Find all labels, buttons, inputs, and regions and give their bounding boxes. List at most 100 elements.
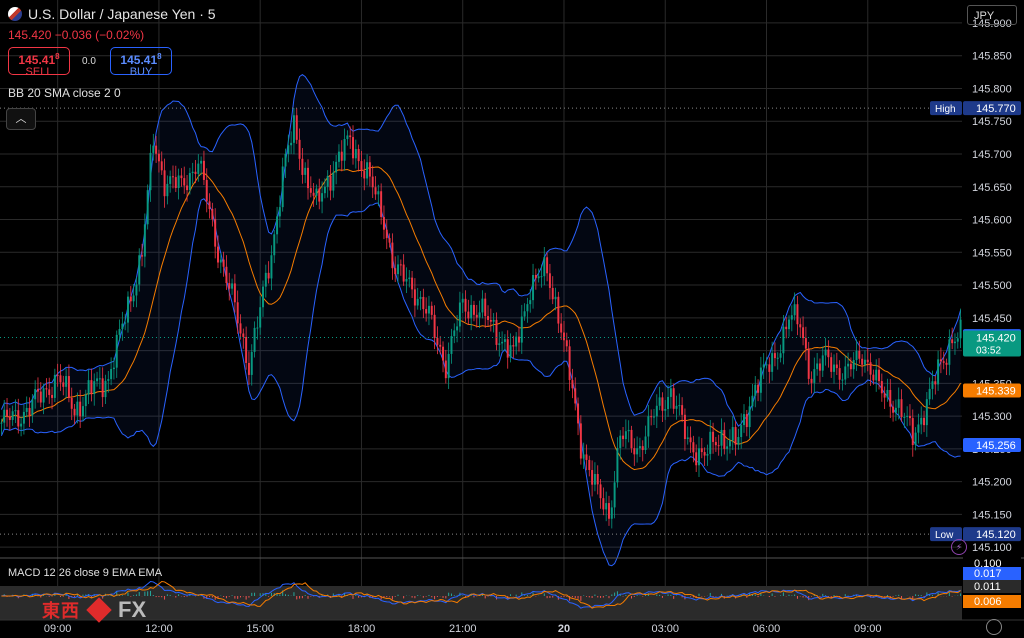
candle-body (883, 393, 886, 398)
candle-body (22, 411, 25, 424)
candle-body (894, 407, 897, 413)
candle-body (211, 208, 214, 220)
candle-body (425, 309, 428, 314)
candle-body (630, 429, 633, 449)
candle-body (475, 314, 478, 318)
candle-body (790, 315, 793, 320)
candle-body (79, 401, 82, 417)
bb-indicator-label[interactable]: BB 20 SMA close 2 0 (8, 86, 121, 100)
candle-body (427, 305, 430, 314)
candle-body (28, 407, 31, 416)
candle-body (591, 470, 594, 485)
candle-body (731, 427, 734, 441)
candle-body (622, 435, 625, 440)
candle-body (73, 408, 76, 416)
candle-body (821, 355, 824, 371)
candle-body (509, 345, 512, 358)
candle-body (180, 175, 183, 179)
candle-body (301, 158, 304, 175)
candle-body (520, 316, 523, 343)
candle-body (217, 246, 219, 263)
candle-body (703, 452, 706, 456)
candle-body (627, 429, 630, 432)
candle-body (326, 175, 329, 187)
candle-body (467, 311, 470, 319)
candle-body (90, 380, 93, 394)
currency-button[interactable]: JPY (967, 5, 1017, 25)
sell-label: SELL (25, 66, 53, 78)
y-tick-label: 145.700 (972, 149, 1012, 161)
candle-body (937, 359, 940, 385)
candle-body (568, 346, 571, 381)
y-tick-label: 145.650 (972, 182, 1012, 194)
candle-body (802, 327, 805, 339)
candle-body (804, 338, 807, 349)
symbol-header[interactable]: U.S. Dollar / Japanese Yen · 5 (8, 6, 216, 22)
candle-body (321, 193, 324, 202)
y-tick-label: 145.300 (972, 411, 1012, 423)
candle-body (605, 503, 608, 510)
candle-body (36, 389, 39, 392)
candle-body (498, 343, 501, 345)
macd-value: 0.011 (974, 581, 1001, 593)
macd-indicator-label[interactable]: MACD 12 26 close 9 EMA EMA (8, 567, 162, 579)
candle-body (487, 316, 490, 320)
candle-body (115, 334, 118, 368)
candle-body (214, 219, 217, 247)
candle-body (562, 332, 565, 341)
candle-body (42, 388, 45, 403)
candle-body (495, 319, 498, 345)
candle-body (442, 346, 445, 361)
y-tick-label: 145.550 (972, 247, 1012, 259)
candle-body (191, 171, 194, 174)
candle-body (900, 399, 903, 418)
candle-body (118, 329, 121, 335)
candlestick-chart[interactable]: 145.900145.850145.800145.750145.700145.6… (0, 0, 1024, 638)
candle-body (599, 484, 602, 499)
price-label-name: High (935, 104, 956, 115)
logo-diamond-icon (86, 597, 112, 623)
candle-body (377, 191, 380, 195)
candle-body (546, 257, 549, 274)
candle-body (700, 448, 703, 453)
candle-body (847, 363, 850, 367)
candle-body (3, 409, 6, 423)
candle-body (402, 264, 405, 282)
candle-body (329, 175, 332, 191)
candle-body (669, 388, 672, 397)
candle-body (360, 161, 363, 171)
candle-body (779, 353, 782, 358)
price-change-quote: 145.420 −0.036 (−0.02%) (8, 28, 145, 42)
candle-body (776, 357, 779, 359)
price-label-value: 145.339 (976, 386, 1016, 398)
candle-body (264, 272, 267, 287)
candle-body (287, 145, 290, 154)
candle-body (934, 381, 937, 385)
candle-body (183, 178, 186, 186)
collapse-indicators-button[interactable]: ︿ (6, 108, 36, 130)
candle-body (712, 431, 715, 442)
candle-body (205, 179, 208, 202)
candle-body (759, 367, 762, 393)
settings-gear-icon[interactable] (986, 619, 1002, 635)
candle-body (315, 188, 318, 196)
candle-body (447, 353, 450, 379)
candle-body (945, 362, 948, 365)
candle-body (394, 268, 397, 275)
candle-body (835, 364, 838, 369)
candle-body (357, 149, 360, 162)
candle-body (869, 362, 872, 375)
candle-body (39, 391, 42, 403)
candle-body (129, 296, 132, 302)
candle-body (439, 344, 442, 347)
candle-body (619, 435, 622, 449)
buy-button[interactable]: 145.418 BUY (110, 47, 172, 78)
sell-button[interactable]: 145.418 SELL (8, 47, 70, 78)
candle-body (256, 327, 259, 329)
candle-body (298, 139, 301, 159)
candle-body (408, 277, 411, 279)
lightning-icon[interactable]: ⚡ (951, 539, 967, 555)
candle-body (278, 207, 281, 217)
candle-body (174, 177, 177, 189)
candle-body (610, 507, 613, 519)
